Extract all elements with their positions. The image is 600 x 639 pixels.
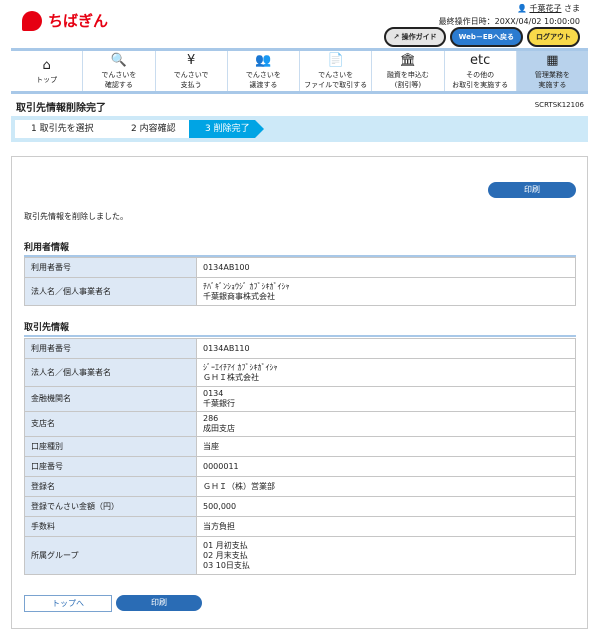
- nav-label: でんさいを 譲渡する: [245, 70, 281, 89]
- nav-item-4[interactable]: 📄 でんさいを ファイルで取引する: [300, 51, 373, 91]
- result-message: 取引先情報を削除しました。: [24, 212, 128, 221]
- page-title: 取引先情報削除完了: [16, 103, 106, 114]
- nav-icon: 🏛: [399, 52, 417, 68]
- web-eb-button[interactable]: Web－EBへ戻る: [449, 27, 523, 47]
- table-row: 登録名 ＧＨＩ（株）営業部: [24, 476, 576, 497]
- nav-label: トップ: [36, 75, 58, 84]
- row-value: 286 成田支店: [196, 411, 576, 437]
- row-label: 口座番号: [24, 456, 197, 477]
- row-label: 手数料: [24, 516, 197, 537]
- row-value: 当方負担: [196, 516, 576, 537]
- nav-icon: 🔍: [110, 52, 127, 68]
- row-value: ＧＨＩ（株）営業部: [196, 476, 576, 497]
- table-row: 法人名／個人事業者名 ｼﾞｰｴｲﾁｱｲ ｶﾌﾞｼｷｶﾞｲｼｬ ＧＨＩ株式会社: [24, 358, 576, 387]
- table-row: 支店名 286 成田支店: [24, 411, 576, 437]
- nav-label: その他の お取引を実施する: [452, 70, 509, 89]
- user-suffix: さま: [564, 4, 580, 13]
- nav-icon: 📄: [327, 52, 344, 68]
- row-value: 01 月初支払 02 月末支払 03 10日支払: [196, 536, 576, 575]
- partner-info-table: 利用者番号 0134AB110 法人名／個人事業者名 ｼﾞｰｴｲﾁｱｲ ｶﾌﾞｼｷｶﾞ…: [24, 338, 576, 575]
- row-label: 登録名: [24, 476, 197, 497]
- row-label: 法人名／個人事業者名: [24, 358, 197, 387]
- table-row: 口座種別 当座: [24, 436, 576, 457]
- step-1: 1 取引先を選択: [15, 120, 115, 138]
- partner-info-heading: 取引先情報: [24, 320, 576, 337]
- top-button[interactable]: トップへ: [24, 595, 112, 612]
- row-label: 所属グループ: [24, 536, 197, 575]
- row-value: 0000011: [196, 456, 576, 477]
- row-value: 0134AB110: [196, 338, 576, 359]
- nav-icon: ¥: [186, 52, 196, 68]
- nav-icon: etc: [470, 52, 491, 68]
- nav-item-6[interactable]: etc その他の お取引を実施する: [445, 51, 517, 91]
- row-label: 法人名／個人事業者名: [24, 277, 197, 306]
- nav-item-7[interactable]: ▦ 管理業務を 実施する: [516, 51, 588, 91]
- chibagin-logo: ちばぎん: [22, 10, 108, 31]
- last-login: 最終操作日時：20XX/04/02 10:00:00: [438, 17, 580, 26]
- row-value: 0134 千葉銀行: [196, 386, 576, 412]
- nav-item-2[interactable]: ¥ でんさいで 支払う: [156, 51, 228, 91]
- screen-id: SCRTSK12106: [534, 101, 584, 109]
- nav-icon: ⌂: [42, 57, 51, 73]
- nav-icon: ▦: [546, 52, 559, 68]
- nav-label: でんさいを 確認する: [101, 70, 137, 89]
- nav-label: 管理業務を 実施する: [534, 70, 570, 89]
- row-value: 当座: [196, 436, 576, 457]
- table-row: 利用者番号 0134AB100: [24, 257, 576, 278]
- table-row: 法人名／個人事業者名 ﾁﾊﾞｷﾞﾝｼｮｳｼﾞ ｶﾌﾞｼｷｶﾞｲｼｬ 千葉銀商事株式…: [24, 277, 576, 306]
- step-indicator: 1 取引先を選択 2 内容確認 3 削除完了: [11, 116, 588, 142]
- logout-button[interactable]: ログアウト: [527, 27, 580, 47]
- table-row: 口座番号 0000011: [24, 456, 576, 477]
- user-info-table: 利用者番号 0134AB100 法人名／個人事業者名 ﾁﾊﾞｷﾞﾝｼｮｳｼﾞ ｶﾌﾞｼ…: [24, 257, 576, 306]
- main-nav: ⌂ トップ 🔍 でんさいを 確認する ¥ でんさいで 支払う 👥 でんさいを 譲渡する 📄 でんさ…: [11, 48, 588, 94]
- print-button-bottom[interactable]: 印刷: [116, 595, 202, 611]
- nav-item-1[interactable]: 🔍 でんさいを 確認する: [83, 51, 156, 91]
- nav-icon: 👥: [255, 52, 272, 68]
- row-label: 利用者番号: [24, 257, 197, 278]
- step-2: 2 内容確認: [115, 120, 195, 138]
- table-row: 所属グループ 01 月初支払 02 月末支払 03 10日支払: [24, 536, 576, 575]
- row-value: 500,000: [196, 496, 576, 517]
- print-button-top[interactable]: 印刷: [488, 182, 576, 198]
- row-label: 支店名: [24, 411, 197, 437]
- nav-item-0[interactable]: ⌂ トップ: [11, 51, 84, 91]
- user-name[interactable]: 👤 千葉花子 さま: [517, 3, 580, 14]
- row-label: 登録でんさい金額（円）: [24, 496, 197, 517]
- nav-item-5[interactable]: 🏛 融資を申込む (割引等): [372, 51, 445, 91]
- row-label: 利用者番号: [24, 338, 197, 359]
- row-label: 口座種別: [24, 436, 197, 457]
- nav-item-3[interactable]: 👥 でんさいを 譲渡する: [228, 51, 300, 91]
- nav-label: 融資を申込む (割引等): [386, 70, 429, 89]
- nav-label: でんさいを ファイルで取引する: [304, 70, 368, 89]
- row-value: ｼﾞｰｴｲﾁｱｲ ｶﾌﾞｼｷｶﾞｲｼｬ ＧＨＩ株式会社: [196, 358, 576, 387]
- table-row: 手数料 当方負担: [24, 516, 576, 537]
- user-link[interactable]: 千葉花子: [529, 4, 561, 13]
- guide-button[interactable]: ↗ 操作ガイド: [384, 27, 446, 47]
- table-row: 登録でんさい金額（円） 500,000: [24, 496, 576, 517]
- table-row: 金融機関名 0134 千葉銀行: [24, 386, 576, 412]
- row-label: 金融機関名: [24, 386, 197, 412]
- user-info-heading: 利用者情報: [24, 240, 576, 257]
- row-value: 0134AB100: [196, 257, 576, 278]
- nav-label: でんさいで 支払う: [173, 70, 209, 89]
- table-row: 利用者番号 0134AB110: [24, 338, 576, 359]
- row-value: ﾁﾊﾞｷﾞﾝｼｮｳｼﾞ ｶﾌﾞｼｷｶﾞｲｼｬ 千葉銀商事株式会社: [196, 277, 576, 306]
- step-3: 3 削除完了: [189, 120, 264, 138]
